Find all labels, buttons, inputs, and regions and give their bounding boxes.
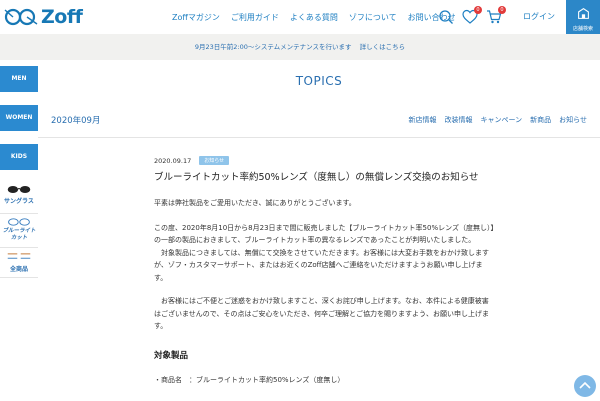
cart-count-badge: 0 xyxy=(498,6,506,14)
article-title: ブルーライトカット率約50%レンズ（度無し）の無償レンズ交換のお知らせ xyxy=(154,172,479,183)
store-icon xyxy=(577,7,589,19)
sidebar-tile-all-products[interactable]: 全商品 xyxy=(0,248,38,278)
bluelight-glasses-icon xyxy=(8,218,30,226)
sidebar-tile-bluelight[interactable]: ブルーライトカット xyxy=(0,214,38,248)
nav-magazine[interactable]: Zoffマガジン xyxy=(172,12,220,23)
article-paragraph: 対象製品につきましては、無償にて交換をさせていただきます。お客様には大変お手数を… xyxy=(154,248,489,282)
sunglasses-icon xyxy=(7,186,31,193)
zoff-logo[interactable]: Zoff xyxy=(3,5,83,29)
nav-about[interactable]: ゾフについて xyxy=(349,12,397,23)
all-products-icon xyxy=(7,253,31,259)
sidebar-tile-sunglasses[interactable]: サングラス xyxy=(0,180,38,214)
nav-guide[interactable]: ご利用ガイド xyxy=(231,12,279,23)
notice-more-link[interactable]: 詳しくはこちら xyxy=(360,43,406,51)
cart-icon[interactable]: 0 xyxy=(486,6,506,25)
sidebar-item-kids[interactable]: KIDS xyxy=(0,144,38,170)
category-renovation[interactable]: 改装情報 xyxy=(444,115,472,125)
scroll-to-top-button[interactable] xyxy=(574,375,596,397)
glasses-logo-icon xyxy=(4,8,38,26)
login-link[interactable]: ログイン xyxy=(523,11,555,22)
nav-faq[interactable]: よくある質問 xyxy=(290,12,338,23)
main-nav: Zoffマガジン ご利用ガイド よくある質問 ゾフについて お問い合わせ xyxy=(172,0,467,34)
archive-month: 2020年09月 xyxy=(51,116,101,126)
category-new-store[interactable]: 新店情報 xyxy=(408,115,436,125)
site-header: Zoff Zoffマガジン ご利用ガイド よくある質問 ゾフについて お問い合わ… xyxy=(0,0,600,34)
favorites-count-badge: 0 xyxy=(474,6,482,14)
article: 2020.09.17 お知らせ ブルーライトカット率約50%レンズ（度無し）の無… xyxy=(154,156,494,385)
category-campaign[interactable]: キャンペーン xyxy=(480,115,522,125)
product-name-line: ・商品名 ：ブルーライトカット率約50%レンズ（度無し） xyxy=(154,375,345,384)
article-paragraph: この度、2020年8月10日から8月23日まで間に販売しました【ブルーライトカッ… xyxy=(154,223,494,245)
sidebar-item-men[interactable]: MEN xyxy=(0,66,38,92)
article-date: 2020.09.17 xyxy=(154,156,192,165)
article-tag: お知らせ xyxy=(199,156,230,165)
sunglasses-label: サングラス xyxy=(4,198,34,205)
category-sidebar: MEN WOMEN KIDS サングラス ブルーライトカット 全商品 xyxy=(0,66,38,278)
maintenance-notice-bar[interactable]: 9月23日午前2:00～システムメンテナンスを行います 詳しくはこちら xyxy=(0,34,600,60)
notice-text: 9月23日午前2:00～システムメンテナンスを行います xyxy=(194,43,352,51)
store-search-button[interactable]: 店舗検索 xyxy=(566,0,600,34)
section-heading: 対象製品 xyxy=(154,350,189,361)
favorite-heart-icon[interactable]: 0 xyxy=(462,6,482,25)
search-icon[interactable] xyxy=(438,9,454,25)
all-products-label: 全商品 xyxy=(9,266,28,273)
store-search-label: 店舗検索 xyxy=(572,26,593,32)
chevron-up-icon xyxy=(579,381,591,389)
article-body: 平素は弊社製品をご愛用いただき、誠にありがとうございます。 この度、2020年8… xyxy=(154,197,494,333)
logo-text: Zoff xyxy=(41,6,83,28)
article-paragraph: 平素は弊社製品をご愛用いただき、誠にありがとうございます。 xyxy=(154,199,356,207)
bluelight-label: ブルーライトカット xyxy=(2,228,36,241)
category-filter: 新店情報 改装情報 キャンペーン 新商品 お知らせ xyxy=(400,115,587,125)
divider xyxy=(38,137,600,138)
category-new-product[interactable]: 新商品 xyxy=(530,115,551,125)
article-paragraph: お客様にはご不便とご迷惑をおかけ致しますこと、深くお詫び申し上げます。なお、本件… xyxy=(154,297,490,330)
page-title: TOPICS xyxy=(295,74,343,88)
category-news[interactable]: お知らせ xyxy=(559,115,587,125)
article-meta: 2020.09.17 お知らせ xyxy=(154,156,494,165)
sidebar-item-women[interactable]: WOMEN xyxy=(0,105,38,131)
